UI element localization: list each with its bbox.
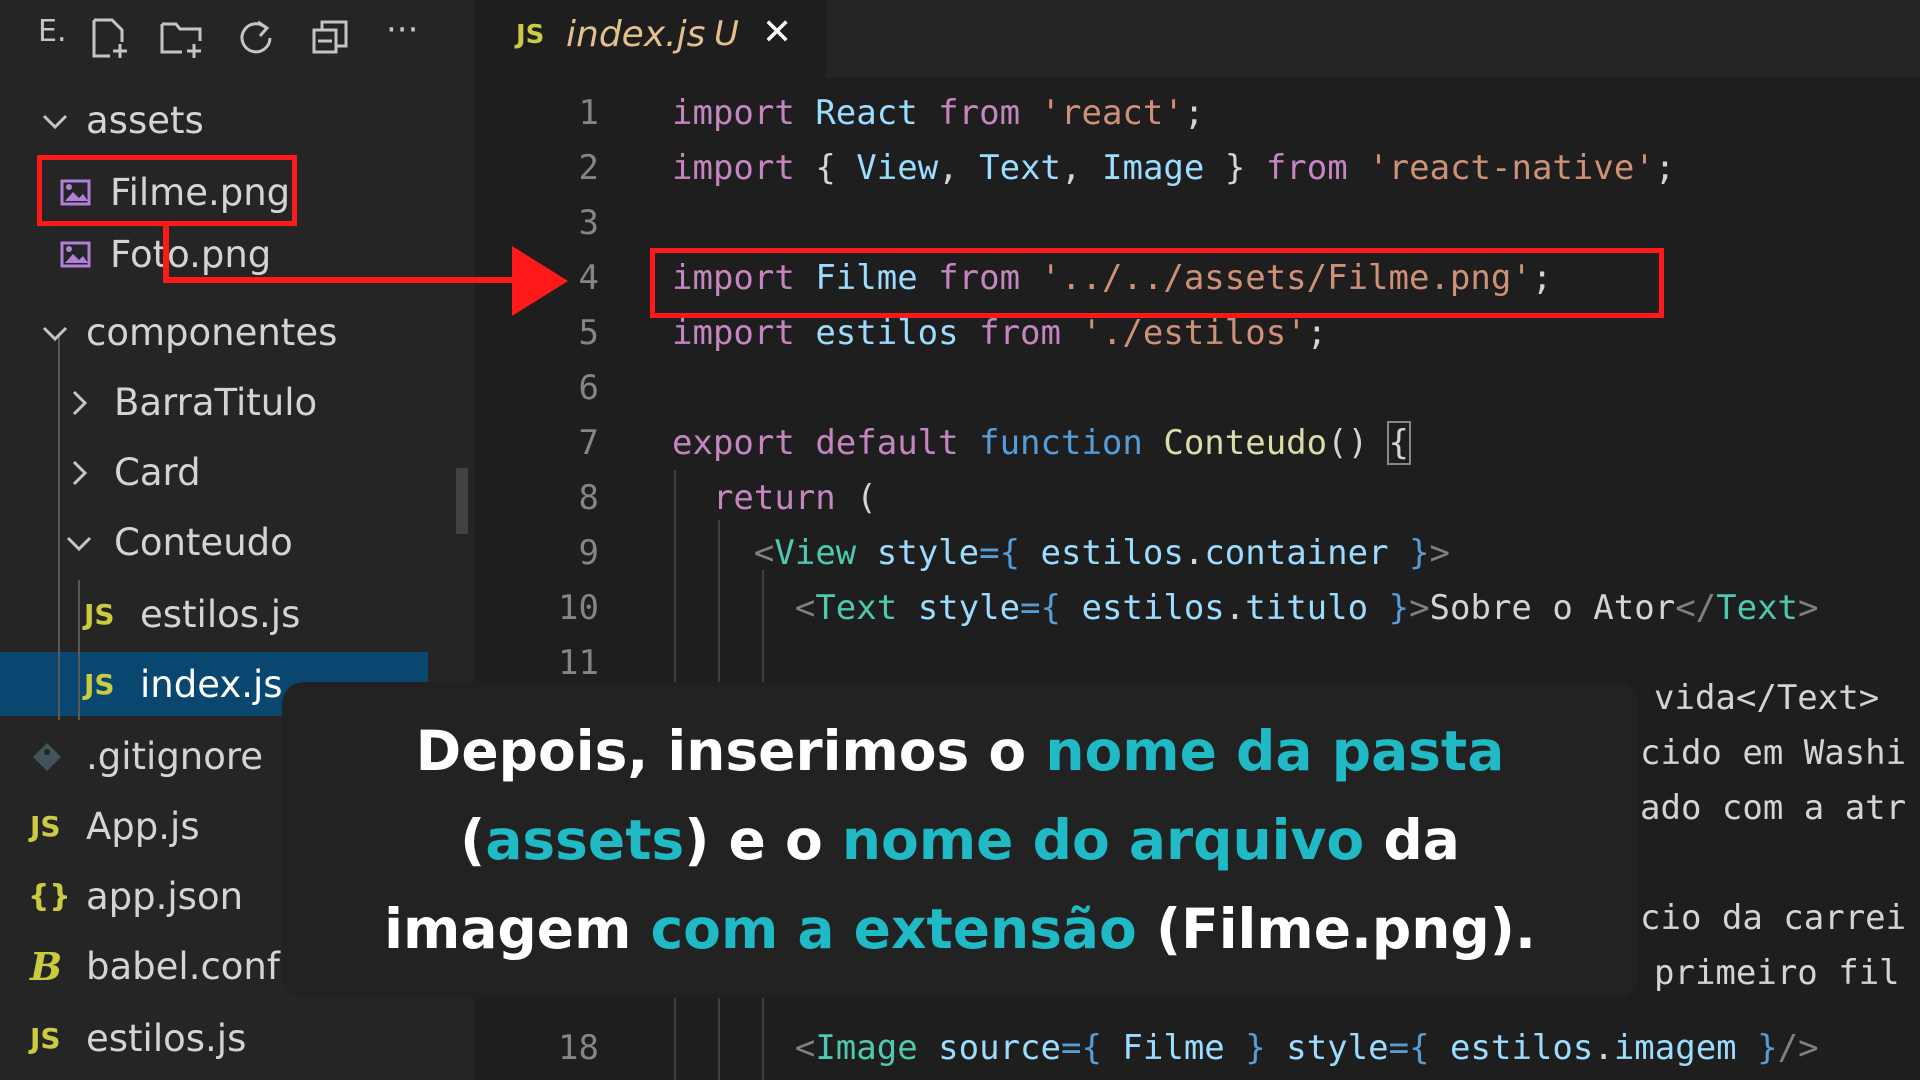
caption-line-3: imagem com a extensão (Filme.png). bbox=[384, 896, 1536, 961]
caption-line-2: (assets) e o nome do arquivo da bbox=[460, 807, 1460, 872]
caption-overlay: Depois, inserimos o nome da pasta (asset… bbox=[282, 682, 1638, 998]
caption-text: Depois, inserimos o nome da pasta (asset… bbox=[282, 682, 1638, 998]
caption-line-1: Depois, inserimos o nome da pasta bbox=[415, 718, 1505, 783]
